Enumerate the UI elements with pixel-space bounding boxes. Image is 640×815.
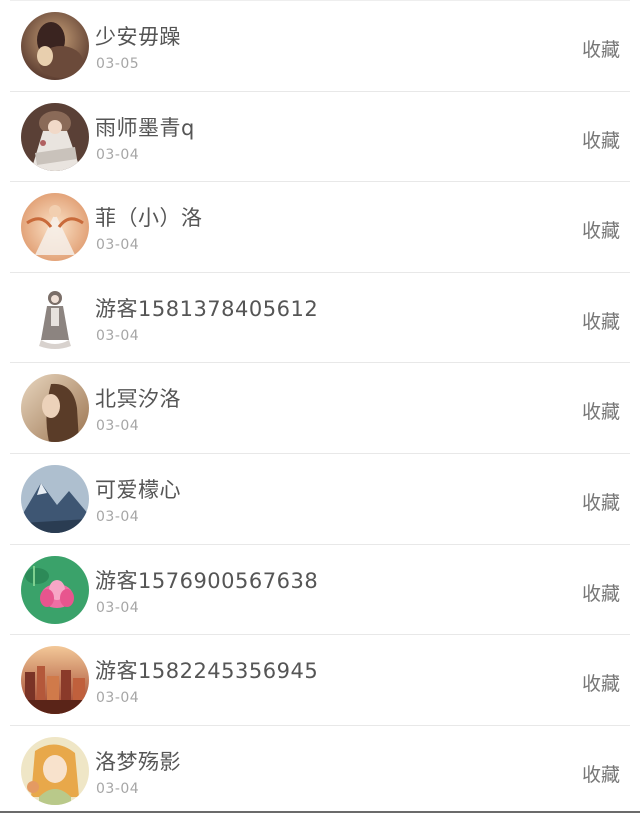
comment-date: 03-04	[96, 690, 140, 707]
favorite-button[interactable]: 收藏	[582, 397, 620, 424]
favorite-button[interactable]: 收藏	[582, 35, 620, 62]
favorite-button[interactable]: 收藏	[582, 307, 620, 334]
favorite-button[interactable]: 收藏	[582, 760, 620, 787]
comment-date: 03-04	[96, 599, 140, 616]
avatar-lotus-flower-icon	[21, 555, 89, 624]
comment-date: 03-04	[96, 237, 140, 254]
avatar-anime-girl-icon	[21, 736, 89, 805]
user-name: 可爱檬心	[95, 477, 181, 502]
user-list: 少安毋躁 03-05 收藏 雨师墨青q 03-04 收藏 菲（小）洛 03-04…	[0, 0, 640, 815]
list-item[interactable]: 少安毋躁 03-05 收藏	[10, 0, 630, 91]
favorite-button[interactable]: 收藏	[582, 126, 620, 153]
user-name: 雨师墨青q	[95, 115, 195, 140]
avatar[interactable]	[21, 736, 89, 805]
avatar-blue-mountain-icon	[21, 464, 89, 533]
favorite-button[interactable]: 收藏	[582, 488, 620, 515]
avatar[interactable]	[21, 102, 89, 171]
user-name: 菲（小）洛	[95, 206, 203, 231]
comment-date: 03-04	[96, 780, 140, 797]
comment-date: 03-04	[96, 418, 140, 435]
avatar[interactable]	[21, 283, 89, 352]
avatar[interactable]	[21, 464, 89, 533]
user-name: 北冥汐洛	[95, 387, 181, 412]
avatar-golden-angel-icon	[21, 193, 89, 262]
avatar-girl-portrait-icon	[21, 374, 89, 443]
list-item[interactable]: 可爱檬心 03-04 收藏	[10, 452, 630, 544]
favorite-button[interactable]: 收藏	[582, 579, 620, 606]
list-item[interactable]: 游客1581378405612 03-04 收藏	[10, 271, 630, 363]
comment-date: 03-04	[96, 327, 140, 344]
comment-date: 03-04	[96, 146, 140, 163]
avatar[interactable]	[21, 193, 89, 262]
avatar-white-dress-icon	[21, 102, 89, 171]
list-item[interactable]: 菲（小）洛 03-04 收藏	[10, 181, 630, 272]
user-name: 游客1576900567638	[95, 568, 319, 593]
list-item[interactable]: 雨师墨青q 03-04 收藏	[10, 90, 630, 182]
avatar[interactable]	[21, 374, 89, 443]
user-name: 洛梦殇影	[95, 749, 181, 774]
list-item[interactable]: 洛梦殇影 03-04 收藏	[10, 724, 630, 815]
user-name: 少安毋躁	[95, 25, 181, 49]
avatar-brown-figure-icon	[21, 12, 89, 80]
avatar[interactable]	[21, 646, 89, 715]
avatar-city-sunset-icon	[21, 646, 89, 715]
comment-date: 03-05	[96, 56, 140, 72]
comment-date: 03-04	[96, 508, 140, 525]
favorite-button[interactable]: 收藏	[582, 669, 620, 696]
user-name: 游客1581378405612	[95, 296, 319, 321]
avatar-lolita-doll-icon	[21, 283, 89, 352]
avatar[interactable]	[21, 555, 89, 624]
avatar[interactable]	[21, 12, 89, 80]
user-name: 游客1582245356945	[95, 659, 319, 684]
list-item[interactable]: 游客1582245356945 03-04 收藏	[10, 634, 630, 725]
list-item[interactable]: 北冥汐洛 03-04 收藏	[10, 362, 630, 453]
list-item[interactable]: 游客1576900567638 03-04 收藏	[10, 543, 630, 635]
favorite-button[interactable]: 收藏	[582, 216, 620, 243]
